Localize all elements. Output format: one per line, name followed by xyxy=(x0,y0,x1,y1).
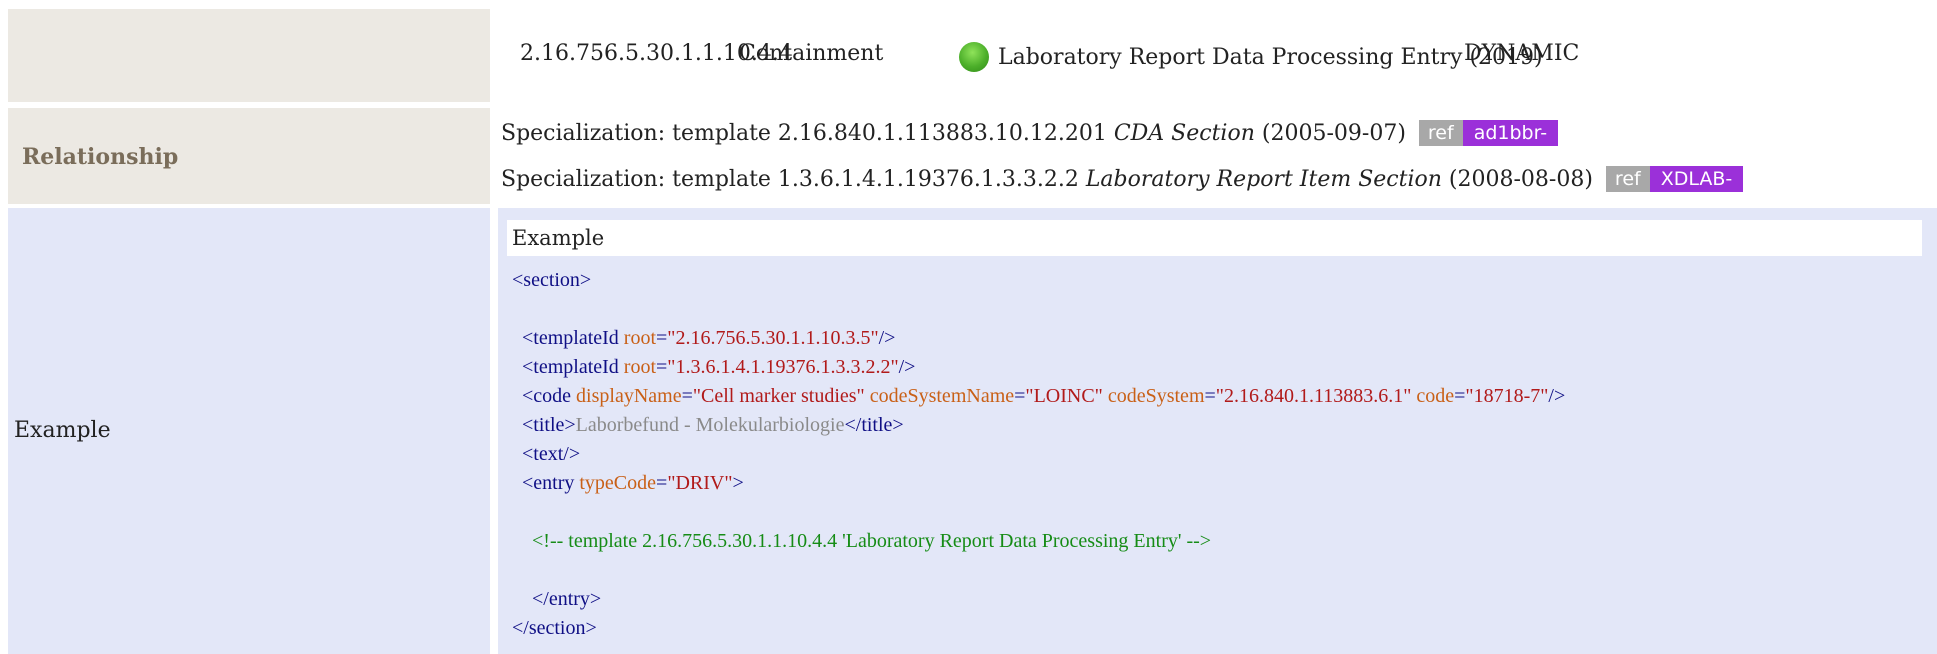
ref-badge[interactable]: ref xyxy=(1418,120,1463,146)
ref-badge[interactable]: ref xyxy=(1605,166,1650,192)
example-row: Example Example <section> <templateId ro… xyxy=(0,204,1937,654)
example-header: Example xyxy=(507,220,1922,256)
specialization-name[interactable]: CDA Section xyxy=(1114,121,1255,146)
tag-close: /> xyxy=(878,327,896,349)
tag-close: /> xyxy=(1548,385,1566,407)
code-line: <templateId root="2.16.756.5.30.1.1.10.3… xyxy=(522,327,896,349)
specialization-item: Specialization: template 1.3.6.1.4.1.193… xyxy=(501,166,1744,192)
containment-value-cell: 2.16.756.5.30.1.1.10.4.4 Containment Lab… xyxy=(498,9,1937,102)
specialization-item: Specialization: template 2.16.840.1.1138… xyxy=(501,120,1559,146)
ref-id-badge[interactable]: ad1bbr- xyxy=(1462,120,1559,146)
typecode-attr: typeCode xyxy=(579,472,657,494)
entry-tag: <entry xyxy=(522,472,580,494)
relationship-value-cell: Specialization: template 2.16.840.1.1138… xyxy=(498,108,1937,204)
codesystem-attr: codeSystem xyxy=(1107,385,1205,407)
code-line: <templateId root="1.3.6.1.4.1.19376.1.3.… xyxy=(522,356,916,378)
title-close-tag: </title> xyxy=(844,414,904,436)
title-text: Laborbefund - Molekularbiologie xyxy=(575,414,845,436)
example-code-block: <section> <templateId root="2.16.756.5.3… xyxy=(512,266,1565,643)
root-attr: root xyxy=(623,356,657,378)
example-label: Example xyxy=(14,418,111,443)
ref-id-badge[interactable]: XDLAB- xyxy=(1649,166,1744,192)
relationship-label: Relationship xyxy=(22,144,179,170)
example-value-cell: Example <section> <templateId root="2.16… xyxy=(498,208,1937,654)
code-value: "18718-7" xyxy=(1465,385,1549,407)
code-tag: <code xyxy=(522,385,577,407)
relationship-label-cell: Relationship xyxy=(8,108,490,204)
flexibility-value: DYNAMIC xyxy=(1464,41,1580,66)
specialization-name[interactable]: Laboratory Report Item Section xyxy=(1086,167,1442,192)
typecode-value: "DRIV" xyxy=(667,472,733,494)
root-value: "1.3.6.1.4.1.19376.1.3.3.2.2" xyxy=(667,356,899,378)
code-line: </entry> xyxy=(512,585,1565,614)
root-value: "2.16.756.5.30.1.1.10.3.5" xyxy=(667,327,879,349)
text-tag: <text/> xyxy=(522,443,581,465)
root-attr: root xyxy=(623,327,657,349)
code-line: <code displayName="Cell marker studies" … xyxy=(522,385,1566,407)
specialization-date: (2005-09-07) xyxy=(1261,121,1406,146)
codesystemname-value: "LOINC" xyxy=(1025,385,1103,407)
specialization-date: (2008-08-08) xyxy=(1448,167,1593,192)
containment-label-cell xyxy=(8,9,490,102)
specialization-prefix: Specialization: template 1.3.6.1.4.1.193… xyxy=(501,167,1079,192)
section-close-tag: </section> xyxy=(512,617,597,639)
code-line: <entry typeCode="DRIV"> xyxy=(522,472,744,494)
displayname-attr: displayName xyxy=(576,385,682,407)
tag-close: /> xyxy=(898,356,916,378)
specialization-prefix: Specialization: template 2.16.840.1.1138… xyxy=(501,121,1107,146)
templateid-tag: <templateId xyxy=(522,327,624,349)
codesystem-value: "2.16.840.1.113883.6.1" xyxy=(1215,385,1412,407)
template-comment: <!-- template 2.16.756.5.30.1.1.10.4.4 '… xyxy=(532,530,1212,552)
codesystemname-attr: codeSystemName xyxy=(869,385,1015,407)
displayname-value: "Cell marker studies" xyxy=(692,385,865,407)
entry-close-tag: </entry> xyxy=(532,588,602,610)
relationship-row: Relationship Specialization: template 2.… xyxy=(0,104,1937,204)
code-line: <title>Laborbefund - Molekularbiologie</… xyxy=(512,411,1565,440)
example-label-cell: Example xyxy=(8,208,490,654)
containment-row: 2.16.756.5.30.1.1.10.4.4 Containment Lab… xyxy=(0,0,1937,104)
templateid-tag: <templateId xyxy=(522,356,624,378)
title-open-tag: <title> xyxy=(522,414,576,436)
code-line: <section> xyxy=(512,266,1565,295)
code-attr: code xyxy=(1416,385,1455,407)
section-open-tag: <section> xyxy=(512,269,592,291)
code-line: <!-- template 2.16.756.5.30.1.1.10.4.4 '… xyxy=(512,527,1565,556)
code-line: <text/> xyxy=(512,440,1565,469)
containment-template-name[interactable]: Laboratory Report Data Processing Entry … xyxy=(998,45,1543,70)
tag-close: > xyxy=(732,472,744,494)
containment-type: Containment xyxy=(739,41,884,66)
code-line: </section> xyxy=(512,614,1565,643)
green-circle-icon xyxy=(959,42,989,72)
